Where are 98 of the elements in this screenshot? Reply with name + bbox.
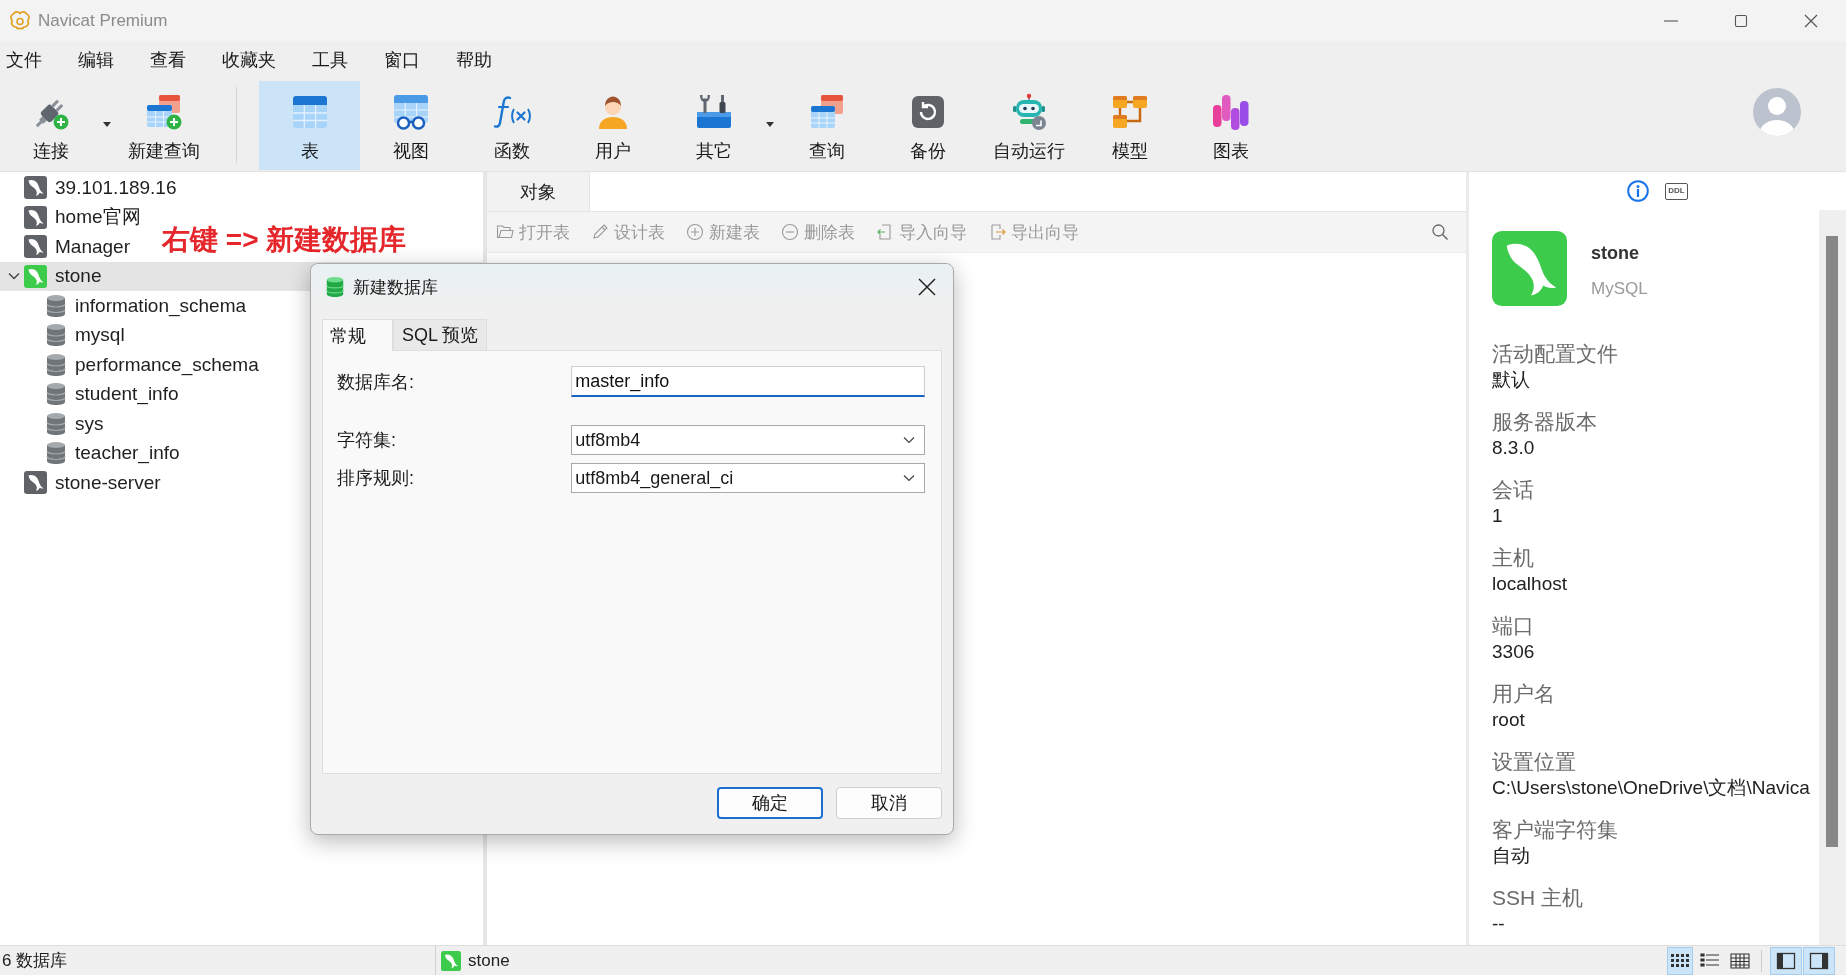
scrollbar[interactable] xyxy=(1819,210,1846,945)
text-field[interactable]: master_info xyxy=(571,366,925,397)
tab[interactable]: DDL xyxy=(1665,182,1688,200)
menu-item[interactable]: 帮助 xyxy=(450,45,498,75)
tree-item[interactable]: sys xyxy=(0,409,110,439)
tree-item[interactable]: home官网 xyxy=(0,202,147,232)
property-value: C:\Users\stone\OneDrive\文档\Navica xyxy=(1492,776,1811,800)
caret-icon[interactable] xyxy=(103,122,111,127)
right-pane-icon xyxy=(1809,951,1829,970)
toolbar-button[interactable]: 函数 xyxy=(461,81,562,170)
property-value: 默认 xyxy=(1492,368,1531,392)
window-title: Navicat Premium xyxy=(38,11,168,31)
scrollbar-thumb[interactable] xyxy=(1826,236,1838,847)
field-label: 数据库名: xyxy=(337,370,415,394)
document-arrow-icon xyxy=(876,223,894,241)
toolbar-button[interactable]: 备份 xyxy=(877,81,978,170)
logo-icon xyxy=(9,10,31,32)
property-label: 会话 xyxy=(1492,477,1535,503)
property-value: 3306 xyxy=(1492,640,1536,664)
toolbar-button[interactable]: 视图 xyxy=(360,81,461,170)
dropdown-field[interactable]: utf8mb4_general_ci xyxy=(571,463,925,493)
bar-chart-icon xyxy=(1210,92,1251,132)
property-label: 端口 xyxy=(1492,613,1535,639)
server-type: MySQL xyxy=(1591,278,1648,300)
dialog-button[interactable]: 取消 xyxy=(836,787,942,819)
tree-item[interactable]: mysql xyxy=(0,320,131,350)
toolbar-button[interactable]: 表 xyxy=(259,81,360,170)
database-icon xyxy=(45,323,67,348)
tab[interactable]: SQL 预览 xyxy=(393,319,488,350)
toolbar-button[interactable]: 连接 xyxy=(0,81,113,170)
close-icon[interactable] xyxy=(1803,14,1819,28)
menu-item[interactable]: 编辑 xyxy=(72,45,120,75)
property-value: -- xyxy=(1492,912,1506,936)
grid-view-icon xyxy=(1669,951,1691,970)
field-label: 字符集: xyxy=(337,429,397,452)
property-label: 活动配置文件 xyxy=(1492,341,1619,367)
property-value: 8.3.0 xyxy=(1492,436,1536,460)
database-icon xyxy=(45,293,67,318)
field-label: 排序规则: xyxy=(337,467,415,490)
menu-item[interactable]: 工具 xyxy=(306,45,354,75)
menu-item[interactable]: 窗口 xyxy=(378,45,426,75)
database-icon xyxy=(45,441,67,466)
property-label: 服务器版本 xyxy=(1492,409,1598,435)
menu-item[interactable]: 收藏夹 xyxy=(216,45,282,75)
property-value: 自动 xyxy=(1492,844,1531,868)
toolbar-button[interactable]: 其它 xyxy=(663,81,776,170)
dolphin-icon xyxy=(1492,231,1567,306)
database-icon xyxy=(45,411,67,436)
pane-button[interactable] xyxy=(1770,946,1802,975)
toolbar-button[interactable]: 自动运行 xyxy=(978,81,1079,170)
tree-item[interactable]: 39.101.189.16 xyxy=(0,173,183,203)
property-value: 1 xyxy=(1492,504,1504,528)
property-label: 客户端字符集 xyxy=(1492,817,1619,843)
pane-button[interactable] xyxy=(1803,946,1835,975)
status-text: 6 数据库 xyxy=(0,946,436,975)
info-icon[interactable] xyxy=(1627,180,1650,202)
pencil-icon xyxy=(591,223,609,241)
view-button[interactable] xyxy=(1667,946,1693,975)
dialog-button[interactable]: 确定 xyxy=(717,787,823,819)
database-icon xyxy=(45,382,67,407)
dropdown-field[interactable]: utf8mb4 xyxy=(571,425,925,455)
tab[interactable]: 对象 xyxy=(487,172,590,211)
tab[interactable]: 常规 xyxy=(322,319,393,351)
tree-item[interactable]: performance_schema xyxy=(0,350,265,380)
tree-item[interactable]: information_schema xyxy=(0,291,253,321)
menu-item[interactable]: 查看 xyxy=(144,45,192,75)
annotation-text: 右键 => 新建数据库 xyxy=(162,224,407,256)
tree-item[interactable]: Manager xyxy=(0,232,136,262)
property-label: SSH 主机 xyxy=(1492,885,1584,911)
document-arrow-icon xyxy=(988,223,1006,241)
plus-circle-icon xyxy=(686,223,704,241)
maximize-icon[interactable] xyxy=(1733,14,1749,28)
menu-item[interactable]: 文件 xyxy=(0,45,48,75)
tree-item[interactable]: stone-server xyxy=(0,468,167,498)
database-icon xyxy=(325,275,345,299)
status-connection: stone xyxy=(468,950,510,971)
toolbar-button[interactable]: 查询 xyxy=(776,81,877,170)
connection-name: stone xyxy=(1591,242,1640,264)
table-grid-icon xyxy=(1729,951,1751,970)
property-value: root xyxy=(1492,708,1526,732)
close-icon[interactable] xyxy=(917,277,937,297)
property-label: 设置位置 xyxy=(1492,749,1577,775)
database-icon xyxy=(45,352,67,377)
toolbar-button[interactable]: 模型 xyxy=(1079,81,1180,170)
caret-icon[interactable] xyxy=(766,122,774,127)
property-value: localhost xyxy=(1492,572,1568,596)
minus-circle-icon xyxy=(781,223,799,241)
toolbar-button[interactable]: 图表 xyxy=(1180,81,1281,170)
tree-item[interactable]: student_info xyxy=(0,379,185,409)
left-pane-icon xyxy=(1776,951,1796,970)
tree-item[interactable]: teacher_info xyxy=(0,438,186,468)
toolbar-button[interactable]: 用户 xyxy=(562,81,663,170)
toolbar-button[interactable]: 新建查询 xyxy=(113,81,214,170)
property-label: 主机 xyxy=(1492,545,1535,571)
list-view-icon xyxy=(1699,951,1721,970)
folder-icon xyxy=(496,223,514,241)
property-label: 用户名 xyxy=(1492,681,1556,707)
search-icon[interactable] xyxy=(1431,223,1449,241)
